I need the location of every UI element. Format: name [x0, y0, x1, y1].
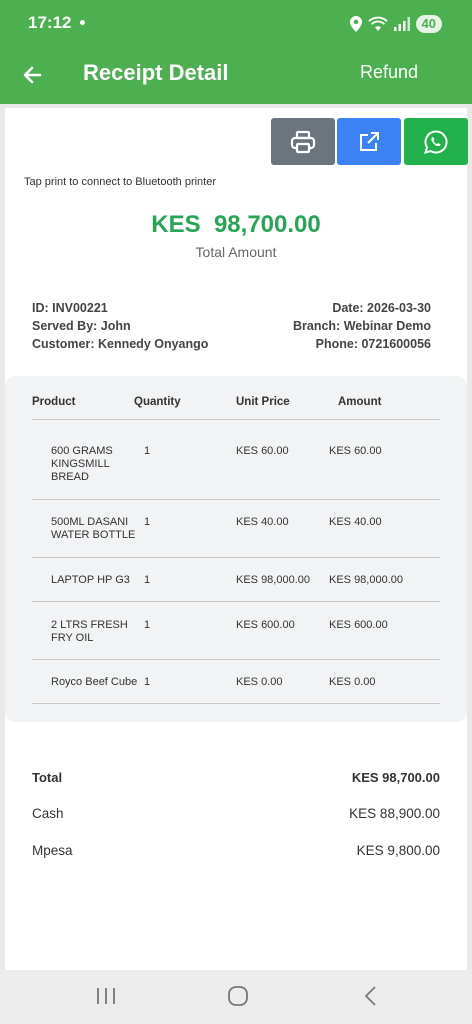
cell-product: 600 GRAMS KINGSMILL BREAD — [51, 445, 113, 483]
divider — [32, 419, 440, 420]
share-button[interactable] — [337, 118, 401, 165]
page-title: Receipt Detail — [83, 60, 229, 85]
total-amount: KES 98,700.00 — [151, 211, 321, 238]
status-bar: 17:12 40 — [0, 0, 472, 46]
cell-amount: KES 40.00 — [329, 516, 382, 528]
arrow-left-icon — [23, 66, 42, 84]
wifi-icon — [367, 16, 388, 31]
branch-name: Branch: Webinar Demo — [293, 319, 431, 333]
header-amount: Amount — [338, 396, 382, 408]
total-label: Total — [32, 770, 63, 785]
cell-unit-price: KES 60.00 — [236, 445, 289, 457]
printer-icon — [290, 130, 316, 153]
customer-name: Customer: Kennedy Onyango — [32, 337, 209, 351]
cell-product: 2 LTRS FRESH FRY OIL — [51, 619, 128, 644]
receipt-content: Tap print to connect to Bluetooth printe… — [5, 108, 468, 970]
header-product: Product — [32, 396, 76, 408]
location-icon — [349, 16, 362, 32]
cell-unit-price: KES 98,000.00 — [236, 574, 311, 586]
cell-quantity: 1 — [144, 574, 151, 586]
divider — [32, 557, 440, 558]
items-table: Product Quantity Unit Price Amount 600 G… — [5, 376, 467, 722]
printer-hint: Tap print to connect to Bluetooth printe… — [24, 176, 217, 188]
refund-button[interactable]: Refund — [360, 62, 418, 83]
external-link-icon — [360, 131, 379, 151]
notification-dot — [80, 20, 85, 25]
divider — [32, 659, 440, 660]
receipt-meta-left: ID: INV00221 Served By: John Customer: K… — [32, 299, 208, 353]
divider — [32, 499, 440, 500]
mpesa-value: KES 9,800.00 — [356, 843, 440, 858]
home-icon[interactable] — [227, 985, 249, 1007]
mpesa-label: Mpesa — [32, 843, 73, 858]
cell-amount: KES 60.00 — [329, 445, 382, 457]
print-button[interactable] — [271, 118, 335, 165]
cash-value: KES 88,900.00 — [349, 806, 440, 821]
cell-product: LAPTOP HP G3 — [51, 574, 130, 586]
status-icons: 40 — [349, 14, 442, 34]
header-unit-price: Unit Price — [236, 396, 290, 408]
back-nav-icon[interactable] — [362, 985, 380, 1007]
customer-phone: Phone: 0721600056 — [315, 337, 431, 351]
total-value: KES 98,700.00 — [351, 770, 440, 785]
cell-product: Royco Beef Cube — [51, 676, 138, 688]
cell-product: 500ML DASANI WATER BOTTLE — [51, 516, 136, 541]
status-time: 17:12 — [28, 13, 72, 32]
system-nav-bar — [0, 970, 472, 1024]
cell-amount: KES 600.00 — [329, 619, 388, 631]
total-amount-label: Total Amount — [195, 244, 277, 260]
back-button[interactable] — [18, 60, 48, 90]
cash-label: Cash — [32, 806, 64, 821]
cell-unit-price: KES 600.00 — [236, 619, 295, 631]
header-quantity: Quantity — [134, 396, 181, 408]
cell-amount: KES 0.00 — [329, 676, 376, 688]
cell-quantity: 1 — [144, 516, 151, 528]
whatsapp-icon — [424, 129, 448, 154]
divider — [32, 703, 440, 704]
cell-quantity: 1 — [144, 619, 151, 631]
cell-quantity: 1 — [144, 445, 151, 457]
signal-icon — [393, 17, 410, 31]
cell-quantity: 1 — [144, 676, 151, 688]
divider — [32, 601, 440, 602]
recent-apps-icon[interactable] — [95, 986, 117, 1006]
receipt-id: ID: INV00221 — [32, 301, 108, 315]
receipt-date: Date: 2026-03-30 — [332, 301, 431, 315]
receipt-meta-right: Date: 2026-03-30 Branch: Webinar Demo Ph… — [293, 299, 431, 353]
served-by: Served By: John — [32, 319, 131, 333]
whatsapp-button[interactable] — [404, 118, 468, 165]
cell-unit-price: KES 0.00 — [236, 676, 283, 688]
app-bar: Receipt Detail Refund — [0, 46, 472, 104]
cell-unit-price: KES 40.00 — [236, 516, 289, 528]
cell-amount: KES 98,000.00 — [329, 574, 404, 586]
battery-level: 40 — [415, 15, 442, 33]
